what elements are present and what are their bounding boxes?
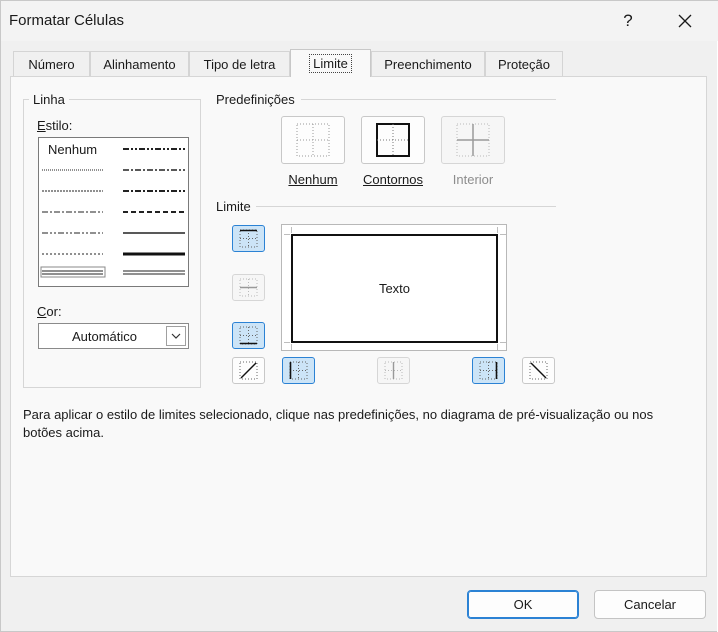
preview-cell[interactable]: Texto — [291, 234, 498, 343]
border-bottom-button[interactable] — [232, 322, 265, 349]
preset-none-label: Nenhum — [288, 172, 338, 187]
cancel-button[interactable]: Cancelar — [594, 590, 706, 619]
line-group-title: Linha — [29, 92, 69, 107]
format-cells-dialog: Formatar Células ? Número Alinhamento Ti… — [0, 0, 718, 632]
tab-panel-limite: Linha Estilo: Nenhum Cor: Automático Pre… — [10, 76, 707, 577]
preset-outline-label: Contornos — [363, 172, 423, 187]
style-label: Estilo: — [37, 118, 73, 133]
color-dropdown[interactable]: Automático — [38, 323, 189, 349]
border-none-icon — [296, 123, 330, 157]
border-separator — [256, 206, 556, 207]
border-outline-icon — [376, 123, 410, 157]
help-button[interactable]: ? — [602, 1, 654, 41]
border-diagonal-up-icon — [239, 361, 258, 380]
border-top-icon — [239, 229, 258, 248]
dialog-title: Formatar Células — [9, 12, 125, 29]
border-top-button[interactable] — [232, 225, 265, 252]
border-right-button[interactable] — [472, 357, 505, 384]
border-diagonal-down-icon — [529, 361, 548, 380]
ok-button[interactable]: OK — [467, 590, 579, 619]
preset-inside-button[interactable] — [441, 116, 505, 164]
close-button[interactable] — [659, 1, 711, 41]
border-inside-horizontal-icon — [239, 278, 258, 297]
title-bar: Formatar Células ? — [1, 1, 718, 41]
line-style-samples[interactable] — [39, 138, 188, 286]
tab-numero[interactable]: Número — [13, 51, 90, 77]
tab-limite[interactable]: Limite — [290, 49, 371, 77]
border-right-icon — [479, 361, 498, 380]
preset-outline-button[interactable] — [361, 116, 425, 164]
border-inside-icon — [456, 123, 490, 157]
tab-tipo-de-letra[interactable]: Tipo de letra — [189, 51, 290, 77]
tab-protecao[interactable]: Proteção — [485, 51, 563, 77]
presets-title: Predefinições — [216, 92, 295, 107]
preset-inside-label: Interior — [452, 172, 494, 187]
border-inside-vertical-icon — [384, 361, 403, 380]
preview-text: Texto — [378, 281, 411, 296]
color-label: Cor: — [37, 304, 62, 319]
border-diagonal-up-button[interactable] — [232, 357, 265, 384]
border-inside-vertical-button[interactable] — [377, 357, 410, 384]
border-bottom-icon — [239, 326, 258, 345]
chevron-down-icon[interactable] — [166, 326, 186, 346]
border-left-button[interactable] — [282, 357, 315, 384]
line-style-list[interactable]: Nenhum — [38, 137, 189, 287]
preset-none-button[interactable] — [281, 116, 345, 164]
border-diagonal-down-button[interactable] — [522, 357, 555, 384]
tab-alinhamento[interactable]: Alinhamento — [90, 51, 189, 77]
tab-preenchimento[interactable]: Preenchimento — [371, 51, 485, 77]
border-title: Limite — [216, 199, 251, 214]
presets-separator — [301, 99, 556, 100]
border-inside-horizontal-button[interactable] — [232, 274, 265, 301]
close-icon — [678, 14, 692, 28]
border-left-icon — [289, 361, 308, 380]
border-preview[interactable]: Texto — [281, 224, 507, 351]
help-text: Para aplicar o estilo de limites selecio… — [23, 407, 654, 440]
